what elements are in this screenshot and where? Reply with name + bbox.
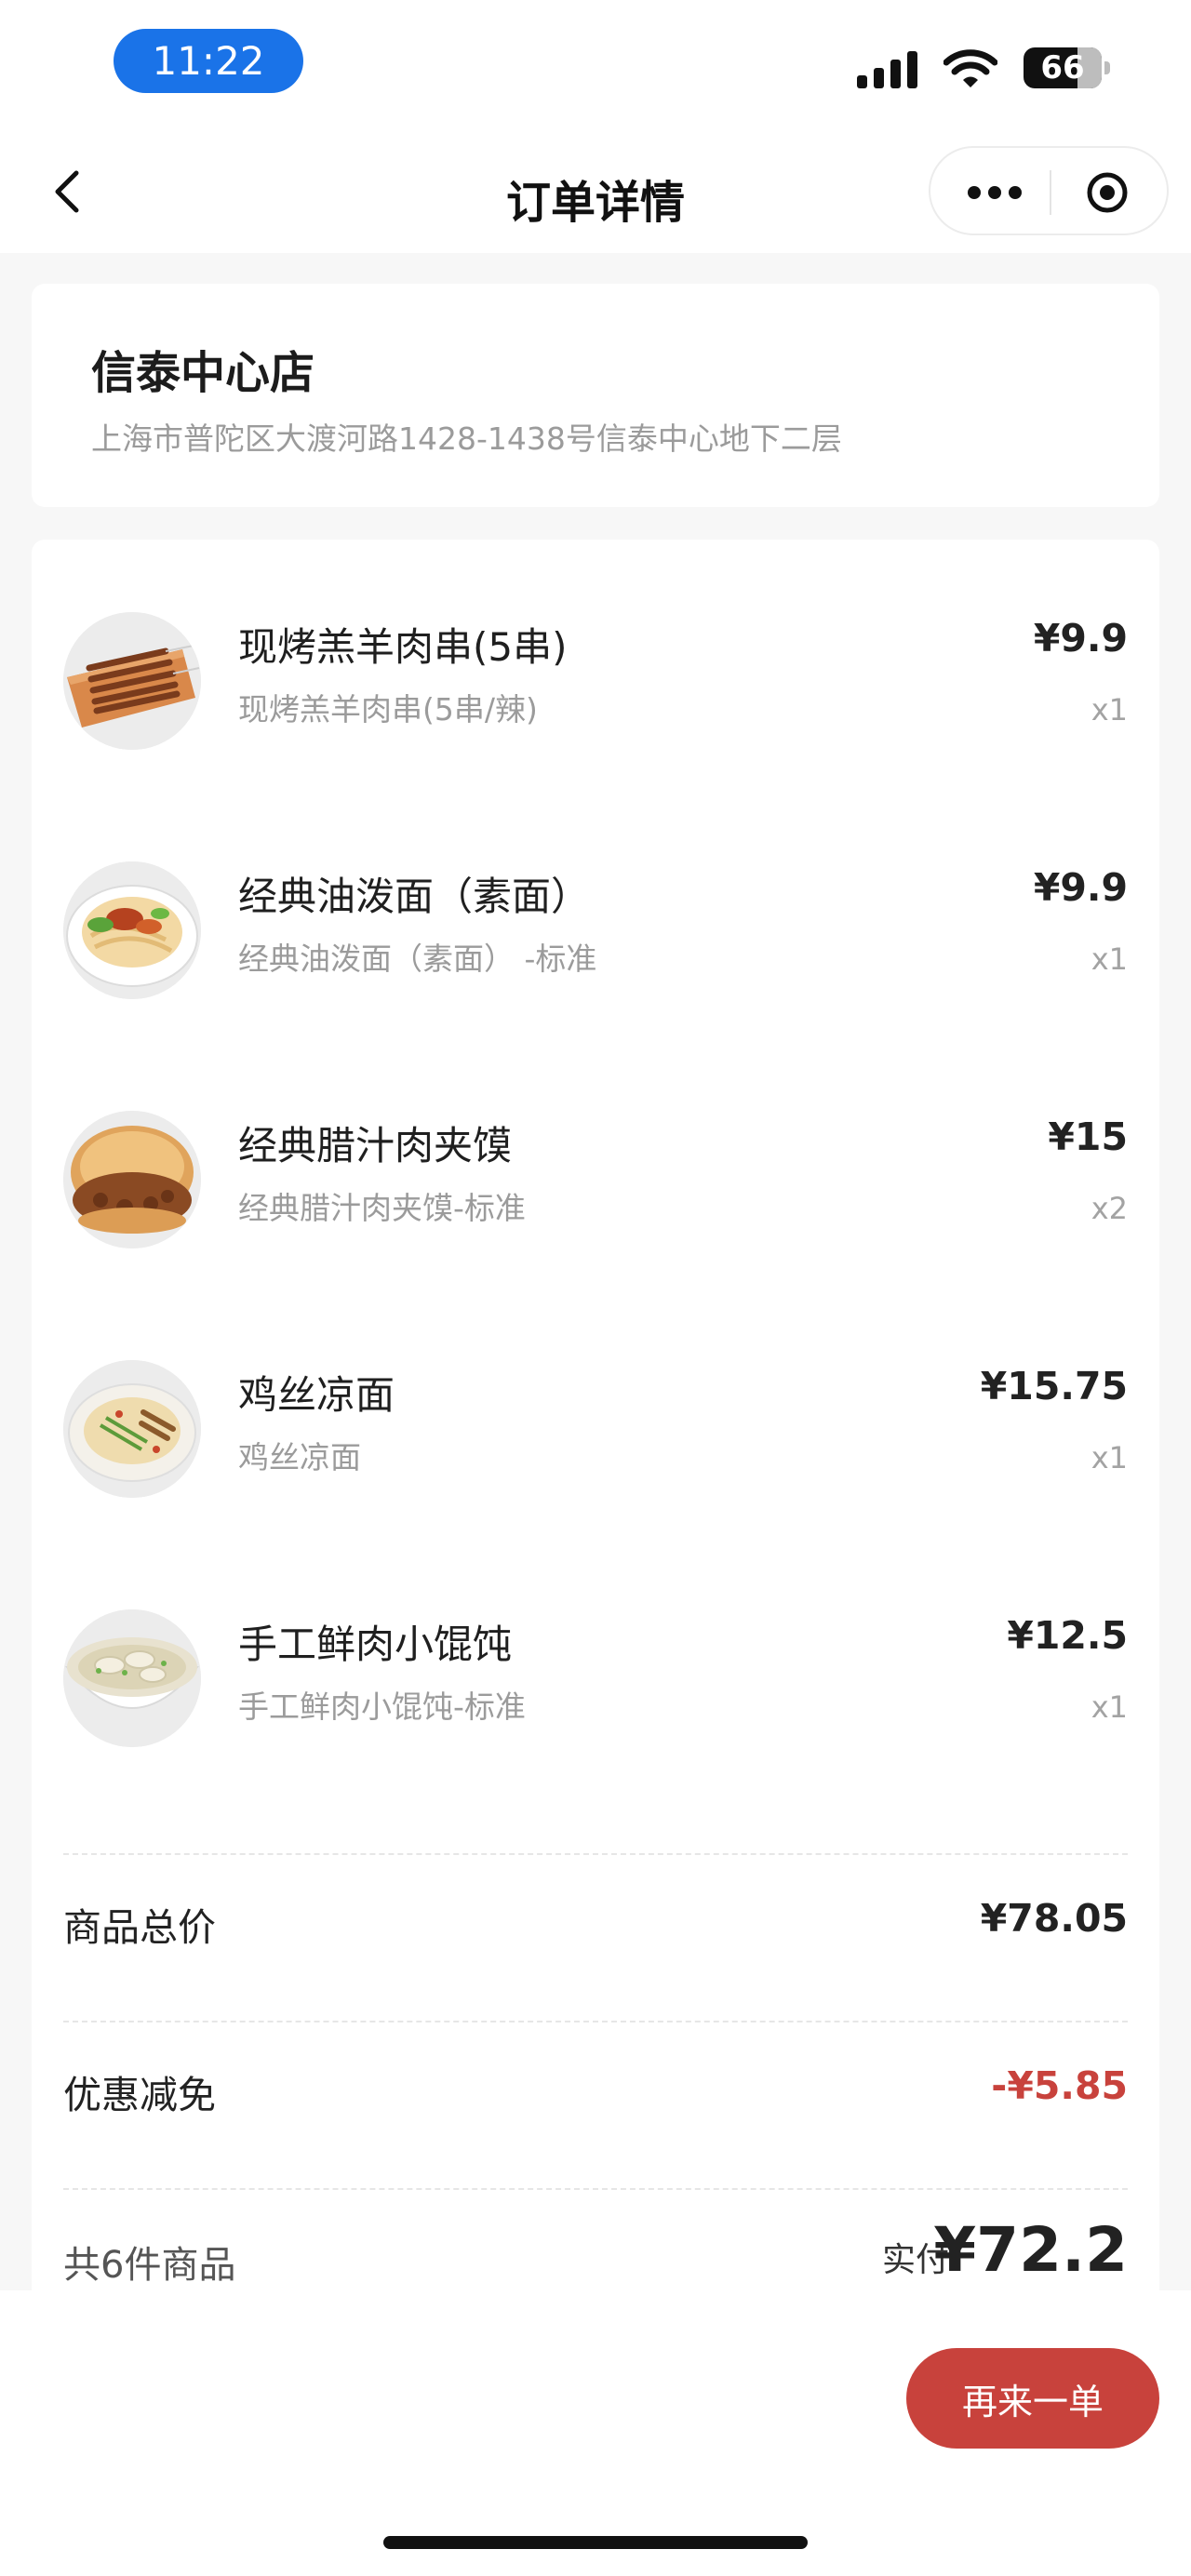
item-quantity: x1 — [1091, 1689, 1128, 1725]
item-price: ¥9.9 — [1033, 616, 1128, 661]
item-count: 共6件商品 — [63, 2244, 236, 2287]
divider — [63, 2188, 1128, 2190]
item-quantity: x2 — [1091, 1191, 1128, 1226]
lamb-skewers-image — [63, 612, 201, 750]
order-item: 鸡丝凉面 鸡丝凉面 ¥15.75 x1 — [32, 1360, 1159, 1537]
store-card: 信泰中心店 上海市普陀区大渡河路1428-1438号信泰中心地下二层 — [32, 284, 1159, 507]
nav-bar: 订单详情 — [0, 130, 1191, 253]
item-name: 经典油泼面（素面） — [238, 874, 591, 919]
roujiamo-image — [63, 1111, 201, 1248]
order-item: 现烤羔羊肉串(5串) 现烤羔羊肉串(5串/辣) ¥9.9 x1 — [32, 612, 1159, 789]
more-dots-icon[interactable] — [960, 174, 1029, 211]
item-spec: 手工鲜肉小馄饨-标准 — [238, 1688, 526, 1725]
paid-amount: ¥72.2 — [933, 2214, 1128, 2286]
target-circle-icon[interactable] — [1085, 170, 1130, 215]
wifi-icon — [943, 49, 997, 87]
total-row: 共6件商品 实付 ¥72.2 — [32, 2214, 1159, 2289]
order-item: 手工鲜肉小馄饨 手工鲜肉小馄饨-标准 ¥12.5 x1 — [32, 1609, 1159, 1786]
item-name: 经典腊汁肉夹馍 — [238, 1123, 513, 1168]
divider — [63, 1853, 1128, 1855]
item-quantity: x1 — [1091, 1440, 1128, 1475]
order-item: 经典腊汁肉夹馍 经典腊汁肉夹馍-标准 ¥15 x2 — [32, 1111, 1159, 1288]
item-spec: 经典油泼面（素面） -标准 — [238, 941, 597, 977]
order-items-card: 现烤羔羊肉串(5串) 现烤羔羊肉串(5串/辣) ¥9.9 x1 经典油泼面（素面… — [32, 540, 1159, 2307]
battery-level: 66 — [1040, 49, 1085, 87]
wonton-soup-image — [63, 1609, 201, 1747]
status-bar: 11:22 66 — [0, 0, 1191, 130]
item-price: ¥12.5 — [1007, 1613, 1128, 1658]
store-name: 信泰中心店 — [91, 347, 315, 399]
discount-value: -¥5.85 — [991, 2063, 1128, 2108]
item-spec: 经典腊汁肉夹馍-标准 — [238, 1190, 526, 1226]
item-price: ¥9.9 — [1033, 865, 1128, 910]
discount-row: 优惠减免 -¥5.85 — [32, 2052, 1159, 2127]
divider — [63, 2021, 1128, 2022]
item-spec: 现烤羔羊肉串(5串/辣) — [238, 691, 538, 727]
signal-icon — [857, 47, 917, 88]
item-quantity: x1 — [1091, 692, 1128, 727]
discount-label: 优惠减免 — [63, 2073, 216, 2117]
item-price: ¥15 — [1048, 1114, 1128, 1159]
subtotal-row: 商品总价 ¥78.05 — [32, 1885, 1159, 1959]
item-quantity: x1 — [1091, 941, 1128, 977]
subtotal-label: 商品总价 — [63, 1905, 216, 1950]
order-item: 经典油泼面（素面） 经典油泼面（素面） -标准 ¥9.9 x1 — [32, 861, 1159, 1038]
battery-icon: 66 — [1024, 47, 1110, 88]
capsule-divider — [1050, 170, 1051, 215]
cold-noodles-image — [63, 1360, 201, 1498]
store-address: 上海市普陀区大渡河路1428-1438号信泰中心地下二层 — [91, 420, 842, 457]
subtotal-value: ¥78.05 — [980, 1896, 1128, 1941]
home-indicator — [383, 2536, 808, 2549]
item-spec: 鸡丝凉面 — [238, 1439, 361, 1475]
item-name: 鸡丝凉面 — [238, 1372, 395, 1418]
item-price: ¥15.75 — [980, 1364, 1128, 1408]
mini-program-capsule — [929, 146, 1169, 235]
item-name: 手工鲜肉小馄饨 — [238, 1622, 513, 1667]
status-time: 11:22 — [114, 29, 303, 93]
reorder-button[interactable]: 再来一单 — [906, 2348, 1159, 2449]
status-icons: 66 — [857, 45, 1110, 91]
item-name: 现烤羔羊肉串(5串) — [238, 624, 568, 670]
oil-noodles-image — [63, 861, 201, 999]
